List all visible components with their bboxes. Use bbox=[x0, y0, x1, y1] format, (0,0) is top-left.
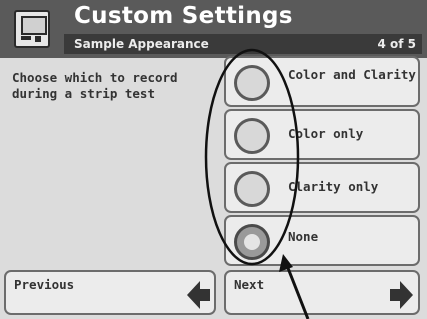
radio-button-selected[interactable] bbox=[234, 224, 270, 260]
next-label: Next bbox=[234, 277, 265, 292]
page-indicator: 4 of 5 bbox=[377, 37, 416, 51]
radio-button[interactable] bbox=[234, 65, 270, 101]
header-bar: Custom Settings Sample Appearance 4 of 5 bbox=[0, 0, 427, 58]
radio-button[interactable] bbox=[234, 118, 270, 154]
option-color-and-clarity[interactable]: Color and Clarity bbox=[224, 56, 420, 107]
option-clarity-only[interactable]: Clarity only bbox=[224, 162, 420, 213]
arrow-right-icon bbox=[390, 281, 413, 309]
radio-button[interactable] bbox=[234, 171, 270, 207]
option-none[interactable]: None bbox=[224, 215, 420, 266]
previous-button[interactable]: Previous bbox=[4, 270, 216, 315]
next-button[interactable]: Next bbox=[224, 270, 420, 315]
page-title: Custom Settings bbox=[74, 3, 293, 29]
page-subtitle: Sample Appearance bbox=[74, 37, 209, 51]
device-icon bbox=[14, 10, 50, 48]
instruction-text: Choose which to record during a strip te… bbox=[12, 70, 178, 101]
option-color-only[interactable]: Color only bbox=[224, 109, 420, 160]
subheader-bar: Sample Appearance 4 of 5 bbox=[64, 34, 422, 54]
option-label: Color only bbox=[288, 126, 364, 141]
option-label: None bbox=[288, 229, 319, 244]
previous-label: Previous bbox=[14, 277, 75, 292]
option-label: Clarity only bbox=[288, 179, 379, 194]
option-label: Color and Clarity bbox=[288, 67, 416, 82]
device-screen: Custom Settings Sample Appearance 4 of 5… bbox=[0, 0, 427, 319]
arrow-left-icon bbox=[187, 281, 210, 309]
